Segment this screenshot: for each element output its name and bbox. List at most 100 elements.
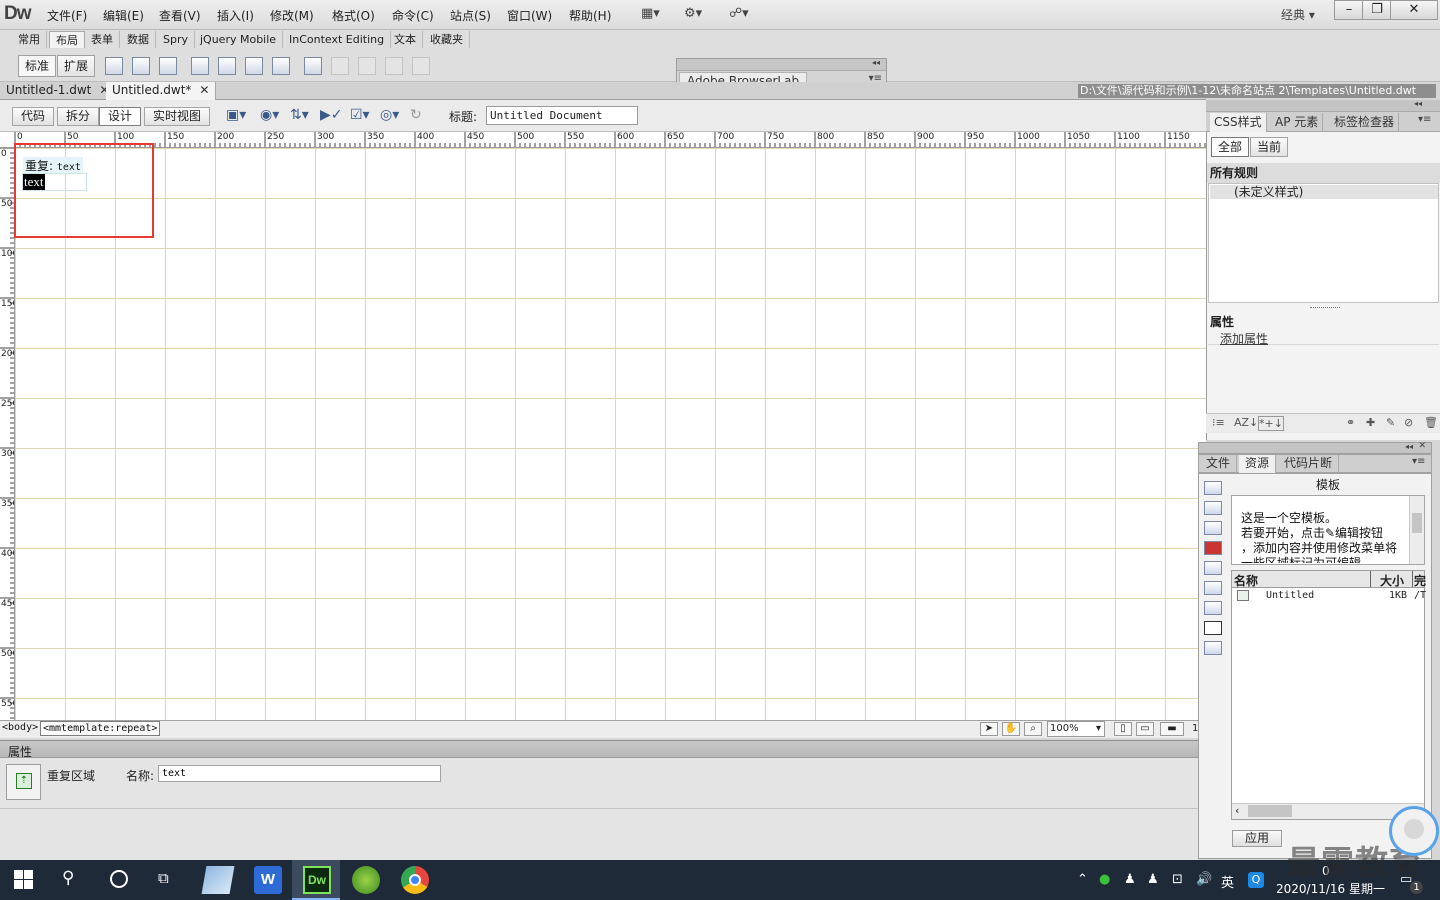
split-view-button[interactable]: 拆分 — [57, 107, 100, 126]
assets-panel-header[interactable]: ◂◂ ✕ — [1198, 441, 1432, 454]
menu-view[interactable]: 查看(V) — [159, 7, 201, 24]
images-icon[interactable] — [1204, 481, 1222, 495]
urls-icon[interactable] — [1204, 521, 1222, 535]
css-current-button[interactable]: 当前 — [1250, 137, 1289, 157]
menu-file[interactable]: 文件(F) — [47, 7, 87, 24]
insert-tab-data[interactable]: 数据 — [121, 31, 156, 48]
check-compatibility-icon[interactable]: ☑▾ — [350, 107, 370, 123]
tab-ap-elements[interactable]: AP 元素 — [1271, 113, 1324, 132]
insert-tab-text[interactable]: 文本 — [388, 31, 423, 48]
mobile-size-icon[interactable]: ▯ — [1114, 722, 1132, 736]
menu-site[interactable]: 站点(S) — [450, 7, 491, 24]
div-tag-icon[interactable] — [105, 57, 123, 75]
expanded-mode-button[interactable]: 扩展 — [57, 55, 96, 77]
chrome-app-icon[interactable] — [401, 866, 429, 894]
scroll-thumb[interactable] — [1412, 513, 1422, 533]
pointer-tool-icon[interactable]: ➤ — [980, 722, 998, 736]
insert-tab-incontext-editing[interactable]: InContext Editing — [283, 31, 392, 48]
design-view-button[interactable]: 设计 — [99, 107, 142, 126]
close-icon[interactable]: ✕ — [1418, 441, 1426, 451]
menu-commands[interactable]: 命令(C) — [392, 7, 434, 24]
delete-rule-icon[interactable]: 🗑 — [1424, 416, 1438, 429]
windows-start-icon[interactable] — [14, 870, 33, 889]
ime-indicator[interactable]: 英 — [1221, 872, 1234, 891]
collapse-icon[interactable]: ◂◂ — [872, 58, 880, 67]
new-rule-icon[interactable]: ✚ — [1366, 416, 1375, 429]
desktop-size-icon[interactable]: ▬ — [1160, 722, 1184, 736]
tab-snippets[interactable]: 代码片断 — [1278, 455, 1340, 473]
hand-tool-icon[interactable]: ✋ — [1002, 722, 1020, 736]
insert-tab-layout[interactable]: 布局 — [49, 31, 85, 48]
col-name[interactable]: 名称 — [1234, 572, 1258, 589]
list-item[interactable]: Untitled 1KB /T — [1233, 589, 1426, 604]
tag-selector-repeat[interactable]: <mmtemplate:repeat> — [40, 721, 161, 736]
browserlab-header[interactable] — [677, 59, 886, 71]
alphabetical-view-icon[interactable]: AZ↓ — [1234, 416, 1258, 429]
css-all-button[interactable]: 全部 — [1211, 137, 1250, 157]
tab-tag-inspector[interactable]: 标签检查器 — [1330, 113, 1400, 132]
doc-tab-untitled-1[interactable]: Untitled-1.dwt ✕ — [0, 82, 117, 100]
cortana-icon[interactable] — [110, 870, 128, 888]
live-view-button[interactable]: 实时视图 — [144, 107, 211, 126]
disable-rule-icon[interactable]: ⊘ — [1404, 416, 1413, 429]
wps-app-icon[interactable]: W — [254, 866, 282, 894]
resize-grip[interactable] — [1310, 307, 1340, 310]
document-title-input[interactable] — [486, 106, 638, 125]
menu-format[interactable]: 格式(O) — [332, 7, 375, 24]
close-button[interactable]: ✕ — [1390, 0, 1438, 20]
dreamweaver-app-icon[interactable]: Dw — [303, 866, 331, 894]
notepad-app-icon[interactable] — [201, 866, 235, 894]
col-size[interactable]: 大小 — [1380, 572, 1404, 589]
properties-header[interactable] — [0, 740, 1198, 758]
insert-tab-forms[interactable]: 表单 — [85, 31, 120, 48]
restore-button[interactable]: ❐ — [1362, 0, 1392, 20]
zoom-select[interactable]: 100% ▾ — [1047, 721, 1105, 737]
site-icon[interactable]: ☍▾ — [729, 6, 749, 21]
task-view-icon[interactable]: ⧉ — [158, 869, 169, 887]
rule-item[interactable]: (未定义样式) — [1210, 185, 1438, 199]
tab-files[interactable]: 文件 — [1200, 455, 1238, 473]
layout-icon[interactable]: ▦▾ — [641, 6, 660, 21]
chevron-left-icon[interactable]: ‹ — [1235, 804, 1239, 817]
css-panel-header[interactable]: ◂◂ — [1206, 99, 1440, 112]
tablet-size-icon[interactable]: ▭ — [1136, 722, 1154, 736]
file-management-icon[interactable]: ⇅▾ — [290, 107, 309, 123]
watermelon-app-icon[interactable] — [352, 866, 380, 894]
validate-icon[interactable]: ▶✓ — [320, 107, 343, 123]
scripts-icon[interactable] — [1204, 601, 1222, 615]
network-icon[interactable]: ⊡ — [1172, 872, 1183, 887]
insert-row-above-icon[interactable] — [218, 57, 236, 75]
wechat-icon[interactable]: ● — [1099, 872, 1110, 887]
design-canvas[interactable] — [15, 148, 1206, 720]
chevron-up-icon[interactable]: ⌃ — [1077, 872, 1088, 887]
panel-menu-icon[interactable]: ▾≡ — [1418, 114, 1431, 125]
close-tab-icon[interactable]: ✕ — [199, 83, 209, 97]
multiscreen-icon[interactable]: ▣▾ — [226, 107, 246, 123]
volume-icon[interactable]: 🔊 — [1196, 872, 1212, 887]
add-property-link[interactable]: 添加属性 — [1220, 330, 1268, 347]
preview-scrollbar[interactable] — [1409, 496, 1424, 564]
fluid-grid-icon[interactable] — [159, 57, 177, 75]
templates-icon[interactable] — [1204, 621, 1222, 635]
assistant-robot-icon[interactable] — [1389, 806, 1439, 856]
preview-browser-icon[interactable]: ◉▾ — [260, 107, 279, 123]
menu-modify[interactable]: 修改(M) — [270, 7, 314, 24]
search-icon[interactable]: ⚲ — [62, 868, 74, 888]
collapse-icon[interactable]: ◂◂ — [1414, 99, 1422, 108]
attach-stylesheet-icon[interactable]: ⚭ — [1346, 416, 1355, 429]
insert-tab-common[interactable]: 常用 — [12, 31, 47, 48]
workspace-switcher[interactable]: 经典 ▾ — [1281, 6, 1315, 23]
set-properties-view-icon[interactable]: *+↓ — [1258, 416, 1284, 431]
menu-edit[interactable]: 编辑(E) — [103, 7, 144, 24]
insert-tab-favorites[interactable]: 收藏夹 — [424, 31, 470, 48]
code-view-button[interactable]: 代码 — [12, 107, 55, 126]
minimize-button[interactable]: – — [1334, 0, 1364, 20]
movies-icon[interactable] — [1204, 581, 1222, 595]
library-icon[interactable] — [1204, 641, 1222, 655]
insert-tab-spry[interactable]: Spry — [157, 31, 195, 48]
insert-tab-jquery-mobile[interactable]: jQuery Mobile — [194, 31, 284, 48]
tab-css-styles[interactable]: CSS样式 — [1210, 113, 1267, 132]
flash-icon[interactable] — [1204, 541, 1222, 555]
insert-column-icon[interactable] — [272, 57, 290, 75]
menu-window[interactable]: 窗口(W) — [507, 7, 552, 24]
